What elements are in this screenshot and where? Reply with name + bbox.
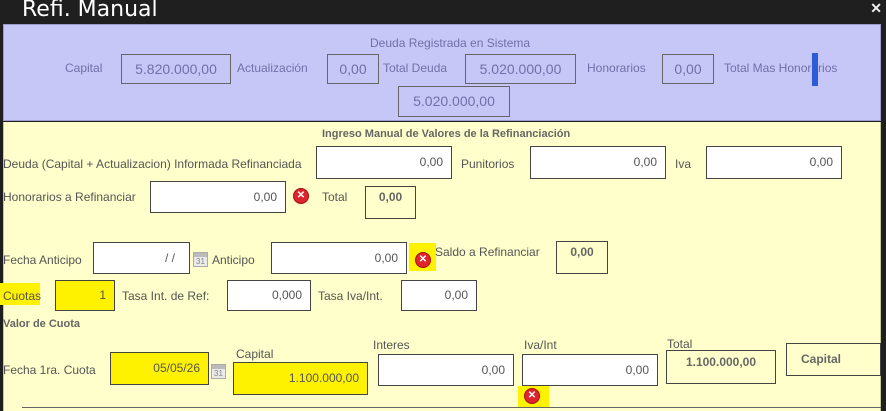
sistema-capital-label: Capital xyxy=(65,61,103,75)
fecha-1ra-cuota-input[interactable]: 05/05/26 xyxy=(110,352,209,385)
cuota-interes-input[interactable]: 0,00 xyxy=(378,354,514,386)
tipo-cuota-select[interactable]: Capital xyxy=(786,343,881,376)
iva-int-error-icon[interactable]: ✕ xyxy=(524,388,540,404)
iva-label: Iva xyxy=(675,157,692,171)
saldo-refinanciar-label: Saldo a Refinanciar xyxy=(435,245,540,259)
punitorios-label: Punitorios xyxy=(461,157,515,171)
valor-cuota-label: Valor de Cuota xyxy=(3,318,81,330)
total-value: 0,00 xyxy=(365,186,416,219)
manual-title: Ingreso Manual de Valores de la Refinanc… xyxy=(322,128,571,140)
sistema-total-mas-honorarios-value: 5.020.000,00 xyxy=(398,86,510,117)
tasa-int-label: Tasa Int. de Ref: xyxy=(122,289,210,303)
tasa-iva-label: Tasa Iva/Int. xyxy=(318,289,383,303)
window-title: Refi. Manual xyxy=(22,0,158,22)
sistema-title: Deuda Registrada en Sistema xyxy=(370,36,531,50)
sistema-total-deuda-label: Total Deuda xyxy=(383,61,448,75)
cuota-iva-int-label: Iva/Int xyxy=(524,338,557,352)
fecha-1ra-cuota-calendar-icon[interactable]: 31 xyxy=(211,364,226,379)
sistema-honorarios-label: Honorarios xyxy=(587,61,646,75)
sistema-total-mas-honorarios-label: Total Mas Honorarios xyxy=(724,61,838,75)
tasa-int-input[interactable]: 0,000 xyxy=(227,280,311,311)
iva-input[interactable]: 0,00 xyxy=(706,146,842,179)
punitorios-input[interactable]: 0,00 xyxy=(530,146,666,179)
deuda-label: Deuda (Capital + Actualizacion) Informad… xyxy=(3,157,302,171)
anticipo-error-icon[interactable]: ✕ xyxy=(415,252,431,268)
sistema-actualizacion-value: 0,00 xyxy=(327,54,379,84)
honorarios-refinanciar-label: Honorarios a Refinanciar xyxy=(3,190,136,204)
tasa-iva-input[interactable]: 0,00 xyxy=(401,280,477,311)
honorarios-refinanciar-input[interactable]: 0,00 xyxy=(150,181,286,213)
sistema-capital-value: 5.820.000,00 xyxy=(121,54,231,84)
fecha-1ra-cuota-label: Fecha 1ra. Cuota xyxy=(3,363,96,377)
cuota-total-value: 1.100.000,00 xyxy=(666,350,776,384)
sistema-total-deuda-value: 5.020.000,00 xyxy=(465,54,576,84)
saldo-refinanciar-value: 0,00 xyxy=(556,241,608,274)
cuota-interes-label: Interes xyxy=(373,338,410,352)
close-icon[interactable]: ✕ xyxy=(870,0,882,17)
deuda-input[interactable]: 0,00 xyxy=(316,146,452,179)
bottom-divider xyxy=(22,407,881,408)
scrollbar-thumb[interactable] xyxy=(812,53,818,86)
total-label: Total xyxy=(322,190,348,204)
fecha-anticipo-calendar-icon[interactable]: 31 xyxy=(193,252,208,267)
sistema-actualizacion-label: Actualización xyxy=(237,61,308,75)
fecha-anticipo-label: Fecha Anticipo xyxy=(3,253,82,267)
anticipo-label: Anticipo xyxy=(212,253,255,267)
anticipo-input[interactable]: 0,00 xyxy=(271,242,407,274)
fecha-anticipo-input[interactable]: / / xyxy=(93,242,190,274)
cuotas-label: Cuotas xyxy=(3,289,42,303)
cuota-capital-label: Capital xyxy=(236,347,274,361)
honorarios-error-icon[interactable]: ✕ xyxy=(293,188,309,204)
cuota-total-label: Total xyxy=(667,337,693,351)
cuota-capital-input[interactable]: 1.100.000,00 xyxy=(233,362,368,395)
cuotas-input[interactable]: 1 xyxy=(55,280,115,311)
cuota-iva-int-input[interactable]: 0,00 xyxy=(522,354,658,386)
window-titlebar: Refi. Manual ✕ xyxy=(0,0,886,24)
sistema-honorarios-value: 0,00 xyxy=(662,54,714,84)
